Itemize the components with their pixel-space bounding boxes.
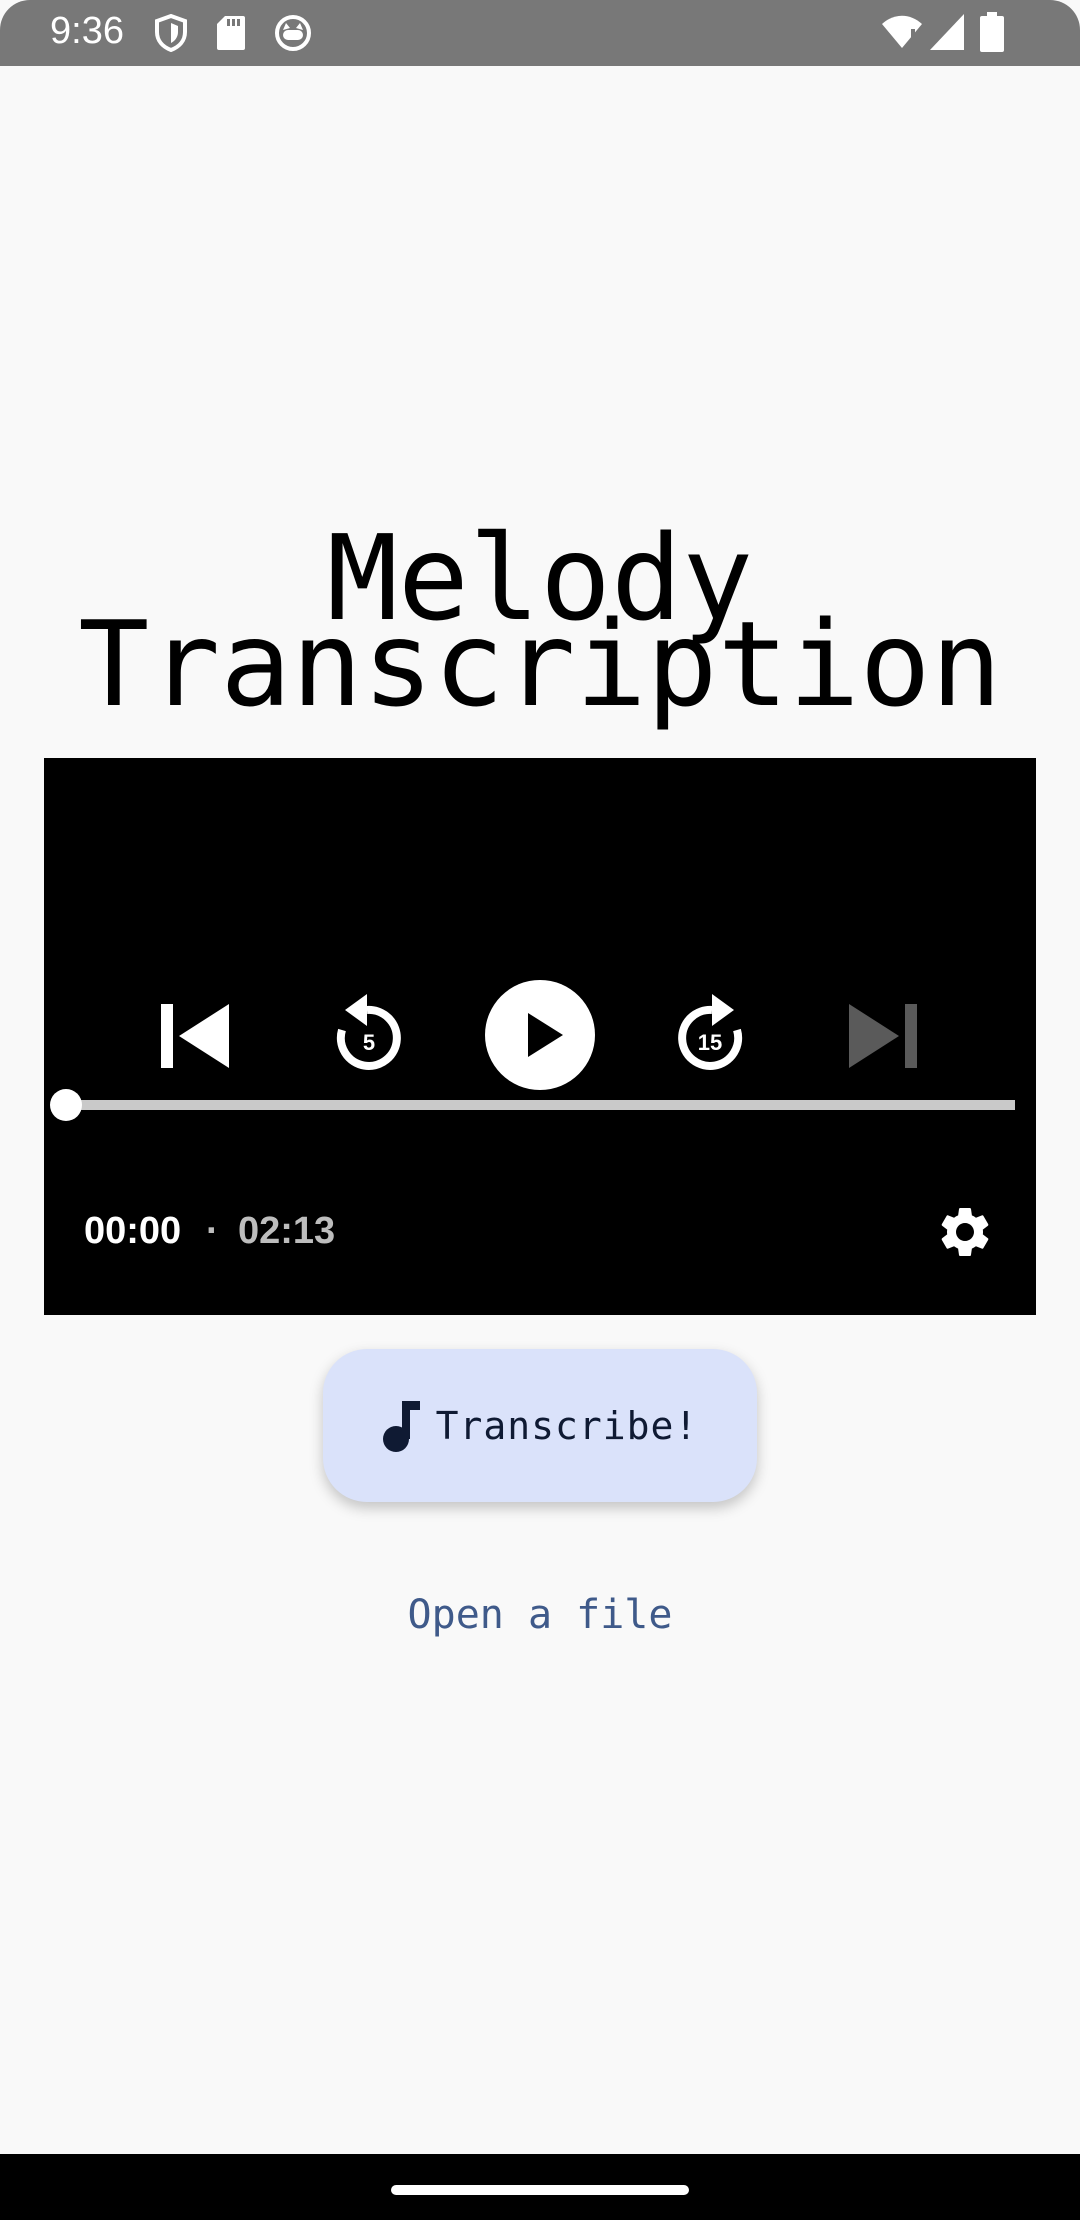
- transcribe-button[interactable]: Transcribe!: [323, 1349, 757, 1502]
- seek-thumb[interactable]: [50, 1089, 82, 1121]
- sd-card-icon: [217, 16, 245, 50]
- home-gesture-handle[interactable]: [391, 2185, 689, 2195]
- rewind-seconds-label: 5: [362, 1030, 376, 1055]
- fast-forward-button[interactable]: 15: [670, 990, 750, 1080]
- status-bar: 9:36: [0, 0, 1080, 66]
- settings-gear-icon[interactable]: [935, 1202, 995, 1262]
- status-time: 9:36: [50, 10, 124, 52]
- app-title: Melody Transcription: [0, 519, 1080, 733]
- transcribe-button-label: Transcribe!: [435, 1403, 699, 1448]
- open-file-button[interactable]: Open a file: [0, 1592, 1080, 1638]
- rewind-button[interactable]: 5: [329, 990, 409, 1080]
- cat-face-icon: [275, 15, 311, 51]
- current-time: 00:00: [84, 1210, 182, 1252]
- music-note-icon: [382, 1400, 420, 1452]
- play-button[interactable]: [485, 980, 595, 1090]
- total-duration: 02:13: [238, 1210, 336, 1252]
- skip-next-icon[interactable]: [849, 1002, 917, 1070]
- signal-icon: [930, 14, 964, 50]
- media-player[interactable]: 5 15 00:00 · 02:13: [44, 758, 1036, 1315]
- wifi-alert-icon: [882, 15, 922, 48]
- seek-bar[interactable]: [65, 1100, 1015, 1110]
- app-title-line-2: Transcription: [78, 595, 1002, 733]
- battery-icon: [980, 12, 1004, 52]
- forward-seconds-label: 15: [697, 1030, 723, 1055]
- time-separator: ·: [206, 1210, 219, 1252]
- navigation-bar: [0, 2154, 1080, 2220]
- skip-previous-icon[interactable]: [161, 1002, 229, 1070]
- shield-icon: [155, 14, 187, 52]
- play-icon: [528, 1013, 563, 1057]
